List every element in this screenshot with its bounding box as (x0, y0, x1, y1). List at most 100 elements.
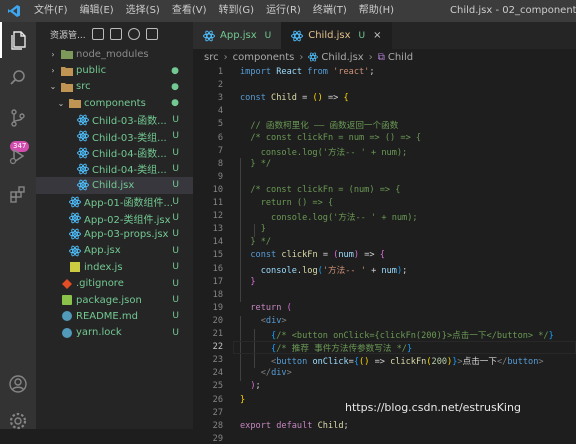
react-icon (308, 52, 321, 63)
tree-item[interactable]: yarn.lock U (36, 325, 193, 341)
code-editor[interactable]: 1 import React from 'react'; 2 3 const Child… (193, 65, 576, 444)
tree-item-label: App-02-类组件.jsx (84, 214, 171, 226)
tree-item[interactable]: Child-04-函数... U (36, 144, 193, 160)
tab-app-jsx[interactable]: App.jsx U (193, 22, 282, 49)
code-token: ; (343, 420, 349, 431)
code-token: onClick (312, 357, 349, 368)
breadcrumb-item[interactable]: Child (388, 52, 413, 63)
line-number: 20 (212, 315, 223, 326)
tree-item[interactable]: Child-03-类组... U (36, 128, 193, 144)
code-token: = (322, 250, 334, 261)
code-token: + (365, 265, 382, 276)
code-line: } */ (240, 159, 271, 169)
code-token: => (369, 357, 391, 368)
code-line: {/* <button onClick={clickFn(200)}>点击一下<… (240, 329, 554, 341)
tree-item[interactable]: App-03-props.jsx U (36, 226, 193, 242)
tree-item-label: App.jsx (84, 245, 121, 257)
line-number: 16 (212, 263, 223, 274)
chevron-right-icon: › (223, 51, 228, 63)
tree-item[interactable]: › public ● (36, 62, 193, 78)
react-icon (77, 130, 89, 142)
breadcrumb-item[interactable]: components (233, 52, 295, 63)
search-icon[interactable] (0, 60, 36, 96)
react-icon (77, 179, 89, 191)
menu-item[interactable]: 帮助(H) (353, 0, 400, 22)
tree-item[interactable]: ⌄ src ● (36, 79, 193, 95)
git-status-badge: U (172, 327, 179, 338)
code-line: {/* 推荐 事件方法传参数写法 */} (240, 342, 412, 354)
chevron-icon: ⌄ (57, 98, 65, 108)
code-token: return (250, 302, 287, 313)
menu-item[interactable]: 转到(G) (213, 0, 261, 22)
react-icon (77, 114, 89, 126)
code-token: => (359, 250, 380, 261)
line-number: 28 (212, 420, 223, 431)
tree-item-label: components (84, 97, 146, 109)
line-number: 12 (212, 211, 223, 222)
tree-item[interactable]: .gitignore U (36, 275, 193, 291)
code-token: } */ (240, 237, 272, 248)
explorer-header: 资源管... (36, 22, 193, 46)
tree-item[interactable]: App-02-类组件.jsx U (36, 210, 193, 226)
menu-item[interactable]: 文件(F) (28, 0, 74, 22)
tree-item[interactable]: Child-03-函数... U (36, 112, 193, 128)
line-number: 19 (212, 302, 223, 313)
explorer-icon[interactable] (0, 22, 36, 58)
menu-item[interactable]: 选择(S) (120, 0, 166, 22)
code-token: } (548, 331, 554, 341)
code-line: <div> (240, 316, 287, 326)
refresh-icon[interactable] (127, 28, 140, 40)
code-token: console.log('方法-- ' + num); (240, 147, 408, 158)
code-token: /* 推荐 事件方法传参数写法 */ (276, 344, 407, 355)
line-number: 2 (217, 80, 223, 91)
menu-item[interactable]: 编辑(E) (74, 0, 120, 22)
code-line: // 函数柯里化 —— 函数返回一个函数 (240, 119, 398, 131)
new-folder-icon[interactable] (109, 28, 122, 40)
vscode-logo-icon (0, 0, 28, 22)
line-number: 27 (212, 407, 223, 418)
new-file-icon[interactable] (91, 28, 104, 40)
code-token: 200 (431, 357, 448, 368)
line-number: 13 (212, 224, 223, 235)
line-number: 11 (212, 198, 223, 208)
collapse-all-icon[interactable] (145, 28, 158, 40)
code-line: } (240, 277, 255, 287)
code-token: div (265, 315, 282, 326)
tree-item[interactable]: › node_modules (36, 46, 193, 62)
menu-item[interactable]: 查看(V) (166, 0, 213, 22)
tree-item-label: index.js (84, 261, 123, 273)
tree-item[interactable]: App.jsx U (36, 243, 193, 259)
menu-item[interactable]: 终端(T) (307, 0, 353, 22)
tree-item[interactable]: Child.jsx U (36, 177, 193, 194)
menu-item[interactable]: 运行(R) (260, 0, 307, 22)
tree-item[interactable]: Child-04-类组... U (36, 161, 193, 177)
tab-label: App.jsx (220, 30, 257, 41)
code-token: /* const clickFn = num => () => { (240, 132, 422, 143)
code-token: const (250, 250, 282, 261)
code-token: 'react' (333, 67, 370, 77)
tab-status: U (264, 30, 272, 41)
account-icon[interactable] (0, 366, 36, 402)
tree-item[interactable]: index.js U (36, 259, 193, 275)
source-control-icon[interactable] (0, 100, 36, 136)
tree-item[interactable]: ⌄ components ● (36, 95, 193, 111)
tree-item[interactable]: README.md U (36, 308, 193, 324)
extensions-icon[interactable] (0, 176, 36, 212)
tree-item[interactable]: package.json U (36, 292, 193, 308)
code-line: } (240, 224, 266, 234)
close-icon[interactable]: × (373, 30, 381, 41)
code-line: console.log('方法-- ' + num); (240, 264, 408, 276)
tab-child-jsx[interactable]: Child.jsx U × (281, 22, 392, 49)
tree-item-label: public (76, 65, 107, 77)
code-token: console.log('方法-- ' + num); (240, 213, 418, 224)
breadcrumb-item[interactable]: src (204, 52, 219, 63)
tree-item-label: App-01-函数组件... (84, 198, 174, 210)
run-debug-icon[interactable] (0, 138, 36, 174)
git-status-badge: ● (171, 98, 179, 109)
tree-item[interactable]: App-01-函数组件... U (36, 194, 193, 210)
settings-gear-icon[interactable] (0, 403, 36, 439)
breadcrumb-item[interactable]: Child.jsx (321, 52, 363, 63)
line-number: 25 (212, 381, 223, 392)
